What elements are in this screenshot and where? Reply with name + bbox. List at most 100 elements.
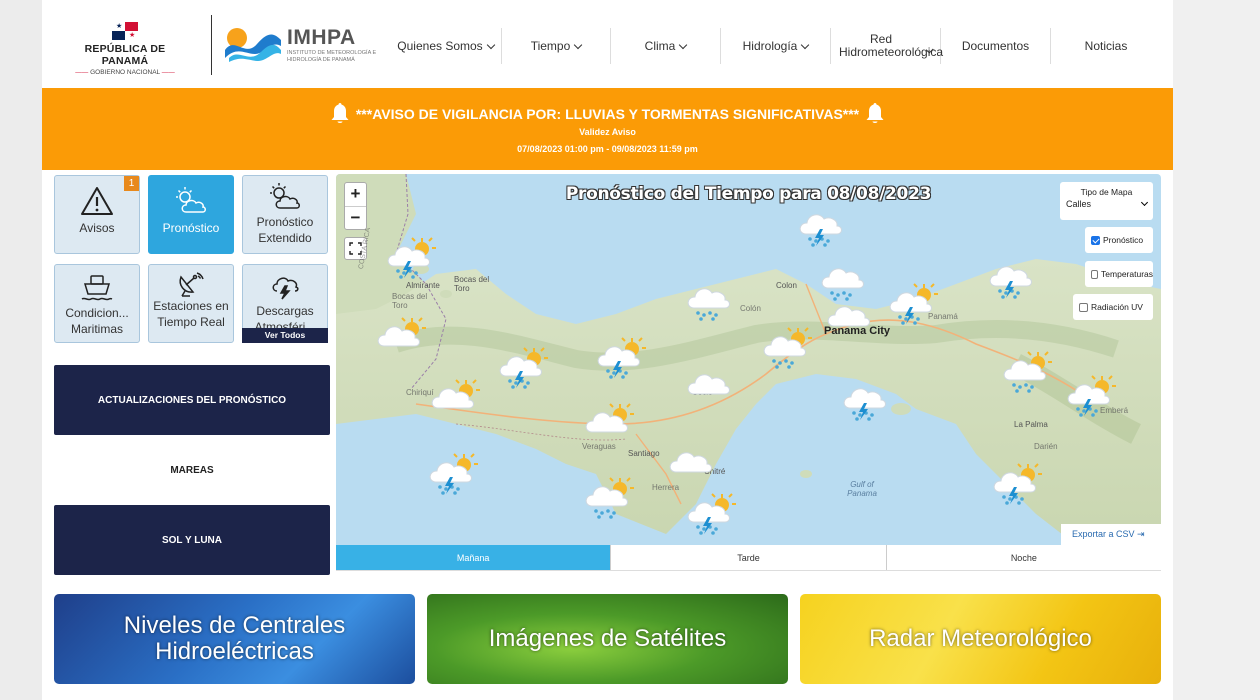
partly-cloudy-icon (176, 187, 206, 213)
export-csv-link[interactable]: Exportar a CSV ⇥ (1061, 524, 1161, 545)
place-darien: Darién (1034, 442, 1058, 451)
place-la-palma: La Palma (1014, 420, 1048, 429)
page-gutter (1173, 0, 1260, 700)
panama-flag-icon: ★ ★ (112, 22, 138, 40)
lightning-cloud-icon (272, 277, 299, 300)
checkbox[interactable] (1079, 302, 1088, 312)
layer-temperaturas[interactable]: Temperaturas (1085, 261, 1153, 287)
tab-noche[interactable]: Noche (885, 545, 1161, 570)
tile-pronostico-extendido[interactable]: Pronóstico Extendido (242, 175, 328, 254)
weather-sun-rain-icon[interactable] (582, 476, 636, 522)
tile-descargas-atmosfericas[interactable]: Descargas Atmosféri... Ver Todos (242, 264, 328, 343)
alert-title: ***AVISO DE VIGILANCIA POR: LLUVIAS Y TO… (355, 106, 860, 122)
satellite-banner[interactable]: Imágenes de Satélites (427, 594, 788, 684)
place-bocas-province: Bocas del Toro (392, 292, 428, 310)
chevron-down-icon (1140, 198, 1149, 207)
bell-icon (866, 103, 884, 123)
weather-rain-storm-icon[interactable] (986, 256, 1040, 302)
tile-label: Estaciones en Tiempo Real (153, 299, 229, 329)
map-type-select[interactable]: Calles (1066, 198, 1149, 209)
chevron-down-icon (574, 40, 583, 49)
header-divider (211, 15, 212, 75)
weather-rain-storm-icon[interactable] (796, 204, 850, 250)
layer-pronostico[interactable]: Pronóstico (1085, 227, 1153, 253)
weather-cloud-icon[interactable] (824, 296, 878, 342)
imhpa-subtitle: INSTITUTO DE METEOROLOGÍA E HIDROLOGÍA D… (287, 50, 377, 63)
tile-avisos[interactable]: 1 Avisos (54, 175, 140, 254)
tile-pronostico[interactable]: Pronóstico (148, 175, 234, 254)
checkbox-checked[interactable] (1091, 235, 1100, 245)
forecast-map[interactable]: Pronóstico del Tiempo para 08/08/2023 + … (336, 174, 1161, 545)
layer-radiacion-uv[interactable]: Radiación UV (1073, 294, 1153, 320)
export-icon: ⇥ (1137, 529, 1145, 539)
weather-sun-rain-icon[interactable] (760, 326, 814, 372)
tile-label: Condicion... Maritimas (65, 306, 129, 336)
zoom-control: + − (344, 182, 367, 230)
nav-hidrologia[interactable]: Hidrología (721, 28, 831, 64)
chevron-down-icon (679, 40, 688, 49)
weather-sun-rain-storm-icon[interactable] (594, 336, 648, 382)
weather-cloud-icon[interactable] (684, 364, 738, 410)
weather-sun-cloud-icon[interactable] (428, 378, 482, 424)
place-colon-province: Colón (740, 304, 761, 313)
weather-sun-cloud-icon[interactable] (374, 316, 428, 362)
header: ★ ★ REPÚBLICA DE PANAMÁ —— GOBIERNO NACIO… (42, 0, 1173, 88)
republic-subtitle: GOBIERNO NACIONAL (90, 69, 160, 76)
notification-badge: 1 (124, 176, 139, 191)
alert-banner[interactable]: ***AVISO DE VIGILANCIA POR: LLUVIAS Y TO… (42, 88, 1173, 170)
weather-sun-rain-storm-icon[interactable] (990, 462, 1044, 508)
nav-clima[interactable]: Clima (611, 28, 721, 64)
tides-button[interactable]: MAREAS (54, 435, 330, 505)
weather-rain-icon[interactable] (684, 278, 738, 324)
hydro-banner[interactable]: Niveles de Centrales Hidroeléctricas (54, 594, 415, 684)
place-colon: Colon (776, 281, 797, 290)
checkbox[interactable] (1091, 269, 1099, 279)
alert-validity-label: Validez Aviso (579, 127, 636, 137)
tile-condiciones-maritimas[interactable]: Condicion... Maritimas (54, 264, 140, 343)
main-nav: Quienes Somos Tiempo Clima Hidrología Re… (390, 28, 1161, 64)
imhpa-logo-icon (225, 28, 281, 62)
map-type-panel: Tipo de Mapa Calles (1060, 182, 1153, 220)
weather-sun-rain-storm-icon[interactable] (684, 492, 738, 538)
republic-title: REPÚBLICA DE PANAMÁ (84, 43, 166, 67)
republic-logo[interactable]: ★ ★ REPÚBLICA DE PANAMÁ —— GOBIERNO NACIO… (60, 22, 190, 76)
weather-rain-storm-icon[interactable] (840, 378, 894, 424)
nav-noticias[interactable]: Noticias (1051, 28, 1161, 64)
weather-sun-rain-storm-icon[interactable] (886, 282, 940, 328)
warning-icon (81, 187, 113, 215)
nav-quienes-somos[interactable]: Quienes Somos (390, 28, 502, 64)
updates-button[interactable]: ACTUALIZACIONES DEL PRONÓSTICO (54, 365, 330, 435)
tile-label: Pronóstico Extendido (256, 215, 314, 245)
weather-sun-cloud-icon[interactable] (582, 402, 636, 448)
weather-cloud-icon[interactable] (666, 442, 720, 488)
weather-sun-rain-storm-icon[interactable] (426, 452, 480, 498)
nav-documentos[interactable]: Documentos (941, 28, 1051, 64)
zoom-in-button[interactable]: + (345, 183, 366, 206)
tab-tarde[interactable]: Tarde (610, 545, 886, 570)
extended-forecast-icon (270, 183, 300, 209)
weather-sun-rain-icon[interactable] (1000, 350, 1054, 396)
place-santiago: Santiago (628, 449, 660, 458)
imhpa-logo[interactable]: IMHPA INSTITUTO DE METEOROLOGÍA E HIDROL… (223, 24, 376, 68)
ver-todos-link[interactable]: Ver Todos (242, 328, 328, 343)
weather-sun-rain-storm-icon[interactable] (1064, 374, 1118, 420)
place-bocas-del-toro: Bocas del Toro (454, 275, 490, 293)
tile-estaciones-tiempo-real[interactable]: Estaciones en Tiempo Real (148, 264, 234, 343)
tab-manana[interactable]: Mañana (336, 545, 611, 570)
nav-tiempo[interactable]: Tiempo (502, 28, 611, 64)
imhpa-name: IMHPA (287, 26, 356, 49)
bell-icon (331, 103, 349, 123)
map-type-label: Tipo de Mapa (1080, 187, 1133, 197)
alert-dates: 07/08/2023 01:00 pm - 09/08/2023 11:59 p… (517, 144, 698, 154)
zoom-out-button[interactable]: − (345, 206, 366, 229)
weather-sun-rain-storm-icon[interactable] (496, 346, 550, 392)
nav-red-hidrometeorologica[interactable]: Red Hidrometeorológica (831, 28, 943, 64)
time-tabs: Mañana Tarde Noche (336, 545, 1161, 571)
radar-banner[interactable]: Radar Meteorológico (800, 594, 1161, 684)
satellite-dish-icon (179, 272, 204, 297)
place-gulf-of-panama: Gulf of Panama (847, 480, 877, 498)
page: ★ ★ REPÚBLICA DE PANAMÁ —— GOBIERNO NACIO… (42, 0, 1173, 700)
weather-sun-rain-storm-icon[interactable] (384, 236, 438, 282)
tile-label: Avisos (79, 221, 115, 235)
sun-moon-button[interactable]: SOL Y LUNA (54, 505, 330, 575)
